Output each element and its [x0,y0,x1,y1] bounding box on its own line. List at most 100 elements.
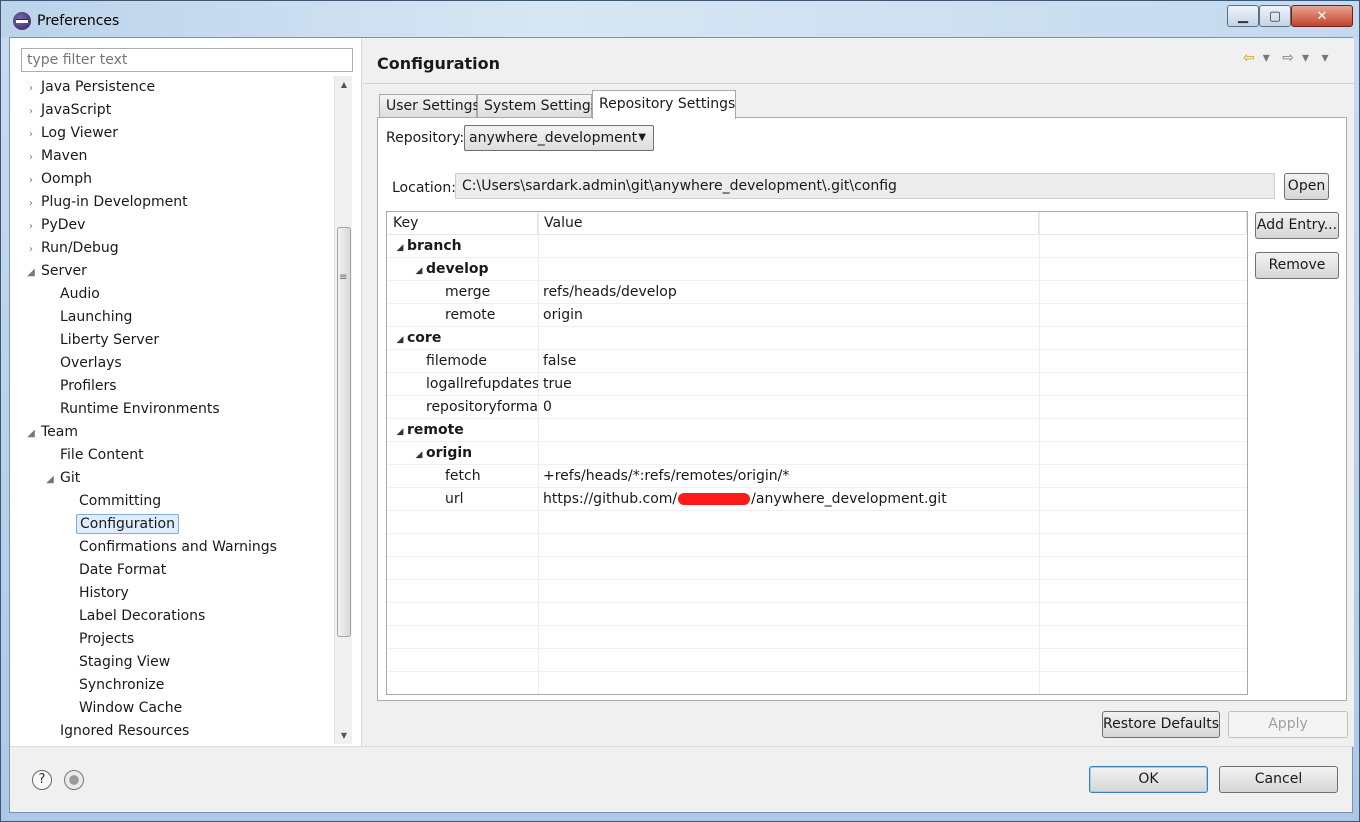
close-button[interactable]: ✕ [1291,5,1353,27]
back-arrow-icon[interactable]: ⇦ [1243,50,1255,66]
table-row[interactable]: merge refs/heads/develop [387,281,1247,304]
tree-item[interactable]: ◢ Git [43,467,83,490]
table-row[interactable]: repositoryformatversion 0 [387,396,1247,419]
tree-item[interactable]: Committing [62,490,164,513]
filter-input[interactable] [21,48,353,72]
tree-item[interactable]: Confirmations and Warnings [62,536,280,559]
collapse-arrow-icon[interactable]: ◢ [24,422,38,445]
tree-item[interactable]: › Log Viewer [24,122,121,145]
remove-button[interactable]: Remove [1255,252,1339,279]
tab-system-settings[interactable]: System Settings [477,94,598,118]
expand-arrow-icon[interactable]: › [24,192,38,215]
table-row[interactable]: filemode false [387,350,1247,373]
table-row[interactable]: ◢ origin [387,442,1247,465]
collapse-arrow-icon[interactable]: ◢ [393,237,407,258]
ok-button[interactable]: OK [1089,766,1208,793]
tree-item-label: Liberty Server [60,332,160,348]
forward-menu-chevron-icon[interactable]: ▾ [1302,50,1309,66]
collapse-arrow-icon[interactable]: ◢ [393,329,407,350]
expand-arrow-icon[interactable]: › [24,215,38,238]
tree-item[interactable]: › Maven [24,145,90,168]
tree-item[interactable]: › PyDev [24,214,88,237]
table-row[interactable]: logallrefupdates true [387,373,1247,396]
tree-item[interactable]: Overlays [43,352,125,375]
tree-item[interactable]: Synchronize [62,674,167,697]
expand-arrow-icon[interactable]: › [24,100,38,123]
tree-item-label: File Content [60,447,144,463]
value-cell: +refs/heads/*:refs/remotes/origin/* [543,468,790,484]
tree-item[interactable]: Profilers [43,375,120,398]
tree-item[interactable]: ◢ Server [24,260,90,283]
tree-item[interactable]: Runtime Environments [43,398,223,421]
value-cell [543,442,1037,465]
collapse-arrow-icon[interactable]: ◢ [43,468,57,491]
column-header-value[interactable]: Value [538,212,1039,235]
collapse-arrow-icon[interactable]: ◢ [24,261,38,284]
table-row[interactable]: fetch +refs/heads/*:refs/remotes/origin/* [387,465,1247,488]
tree-item[interactable]: History [62,582,132,605]
scroll-thumb[interactable] [337,227,351,637]
location-field[interactable]: C:\Users\sardark.admin\git\anywhere_deve… [455,173,1275,199]
table-row[interactable]: ◢ branch [387,235,1247,258]
minimize-button[interactable]: ▁ [1227,5,1259,27]
tree-item[interactable]: Ignored Resources [43,720,192,743]
tree-item-label: Confirmations and Warnings [79,539,277,555]
tree-item[interactable]: › Oomph [24,168,95,191]
tree-item[interactable]: › JavaScript [24,99,114,122]
forward-arrow-icon[interactable]: ⇨ [1282,50,1294,66]
expand-arrow-icon[interactable]: › [24,123,38,146]
tree-item[interactable]: › Plug-in Development [24,191,191,214]
view-menu-chevron-icon[interactable]: ▾ [1321,50,1328,66]
table-row[interactable]: ◢ core [387,327,1247,350]
column-header-filler [1039,212,1247,235]
expand-arrow-icon[interactable]: › [24,169,38,192]
tree-item[interactable]: Staging View [62,651,173,674]
tree-item[interactable]: Configuration [62,513,179,536]
collapse-arrow-icon[interactable]: ◢ [412,260,426,281]
back-menu-chevron-icon[interactable]: ▾ [1263,50,1270,66]
tree-item[interactable]: Date Format [62,559,169,582]
repository-select[interactable]: anywhere_development ▼ [464,125,654,151]
repository-label: Repository: [386,130,465,146]
expand-arrow-icon[interactable]: › [24,146,38,169]
tree-scrollbar[interactable]: ▲ ≡ ▼ [334,76,352,744]
key-cell: ◢ origin [412,442,538,465]
table-row[interactable]: url https://github.com/ /anywhere_developm… [387,488,1247,511]
tree-item[interactable]: Window Cache [62,697,185,720]
open-button[interactable]: Open [1284,173,1329,200]
cancel-button[interactable]: Cancel [1219,766,1338,793]
tree-item[interactable]: File Content [43,444,147,467]
collapse-arrow-icon[interactable]: ◢ [412,444,426,465]
tree-item[interactable]: Liberty Server [43,329,162,352]
tree-item[interactable]: Audio [43,283,103,306]
scroll-down-arrow-icon[interactable]: ▼ [335,727,353,744]
column-header-key[interactable]: Key [387,212,538,235]
restore-defaults-button[interactable]: Restore Defaults [1102,711,1220,738]
apply-button[interactable]: Apply [1228,711,1348,738]
tab-repository-settings[interactable]: Repository Settings [592,90,736,119]
expand-arrow-icon[interactable]: › [24,77,38,100]
table-row[interactable]: ◢ develop [387,258,1247,281]
value-cell [543,419,1037,442]
tree-item[interactable]: Launching [43,306,135,329]
empty-table-row [387,626,1247,649]
title-bar[interactable]: Preferences ▁ ▢ ✕ [1,1,1359,37]
table-row[interactable]: ◢ remote [387,419,1247,442]
tree-item[interactable]: › Run/Debug [24,237,122,260]
help-icon[interactable]: ? [32,770,52,790]
tree-item[interactable]: ◢ Team [24,421,81,444]
tree-item[interactable]: Label Decorations [62,605,208,628]
collapse-arrow-icon[interactable]: ◢ [393,421,407,442]
expand-arrow-icon[interactable]: › [24,238,38,261]
record-macro-icon[interactable] [64,770,84,790]
tab-user-settings[interactable]: User Settings [379,94,480,118]
value-cell [543,327,1037,350]
empty-table-row [387,580,1247,603]
tree-item[interactable]: › Java Persistence [24,76,158,99]
add-entry-button[interactable]: Add Entry... [1255,212,1339,239]
scroll-up-arrow-icon[interactable]: ▲ [335,76,353,93]
tree-item-label: Committing [79,493,162,509]
table-row[interactable]: remote origin [387,304,1247,327]
tree-item[interactable]: Projects [62,628,137,651]
maximize-button[interactable]: ▢ [1259,5,1291,27]
